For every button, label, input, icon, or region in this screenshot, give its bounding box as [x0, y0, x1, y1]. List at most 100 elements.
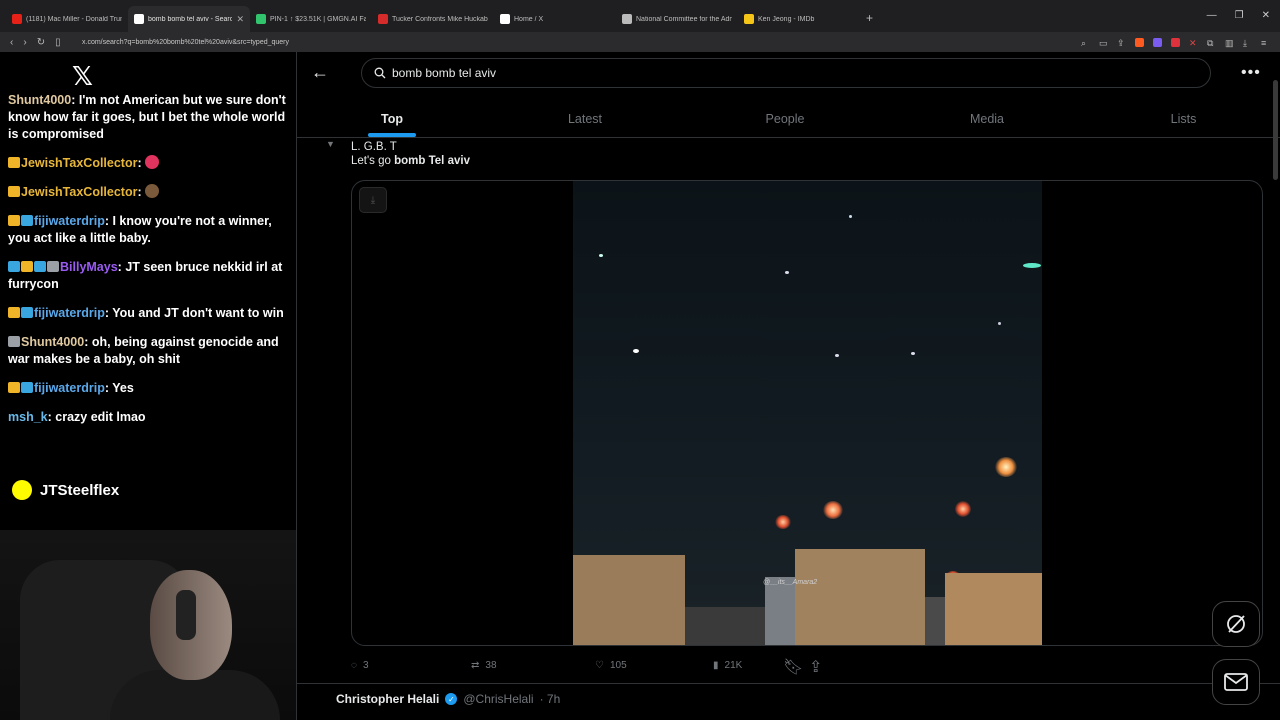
search-top-bar: ← ••• [297, 52, 1280, 96]
like-button[interactable]: ♡ 105 [595, 657, 713, 673]
building [795, 549, 925, 645]
chat-message: JewishTaxCollector: [8, 155, 290, 172]
like-icon: ♡ [595, 659, 604, 671]
bookmark-icon[interactable]: 🔖︎ [783, 657, 803, 677]
tab-favicon-icon [256, 14, 266, 24]
close-window-icon[interactable]: ✕ [1262, 10, 1270, 21]
building [925, 597, 945, 645]
search-input[interactable] [392, 66, 1092, 80]
chat-text: Yes [112, 381, 134, 395]
repost-count: 38 [485, 659, 497, 671]
building [685, 607, 765, 645]
light-streak [1023, 263, 1041, 268]
chat-username[interactable]: fijiwaterdrip [34, 214, 105, 228]
browser-tab[interactable]: Home / X [494, 6, 616, 32]
chat-username[interactable]: fijiwaterdrip [34, 381, 105, 395]
tweet[interactable]: ▼ L. G.B. T Let's go bomb Tel aviv ⤓ @__… [297, 139, 1280, 684]
extension-x-icon[interactable]: ✕ [1189, 38, 1198, 48]
chat-username[interactable]: BillyMays [60, 260, 118, 274]
reply-button[interactable]: ◌ 3 [351, 657, 471, 673]
search-box[interactable] [361, 58, 1211, 88]
snapchat-icon [12, 480, 32, 500]
tweet-text-line1: L. G.B. T [351, 141, 397, 153]
chat-username[interactable]: fijiwaterdrip [34, 306, 105, 320]
menu-icon[interactable]: ≡ [1261, 38, 1270, 48]
cast-icon[interactable]: ▭ [1099, 38, 1108, 48]
share-icon[interactable]: ⇪ [809, 657, 822, 677]
author-name[interactable]: Christopher Helali [336, 692, 439, 706]
chat-username[interactable]: JewishTaxCollector [21, 156, 137, 170]
browser-tab[interactable]: bomb bomb tel aviv - Search ✕ [128, 6, 250, 32]
tab-title: Ken Jeong - IMDb [758, 15, 815, 23]
tab-lists[interactable]: Lists [1087, 100, 1280, 137]
browser-tab[interactable]: Ken Jeong - IMDb [738, 6, 860, 32]
reply-icon: ◌ [351, 659, 357, 671]
extensions-icon[interactable]: ⧉ [1207, 38, 1216, 48]
share-page-icon[interactable]: ⇪ [1117, 38, 1126, 48]
tab-label: Top [381, 111, 403, 126]
reply-count: 3 [362, 659, 369, 671]
video-frame[interactable]: @__its__Amara2 [573, 181, 1042, 645]
tab-media[interactable]: Media [887, 100, 1087, 137]
views-icon: ▮ [713, 659, 719, 671]
download-icon[interactable]: ⤓ [1243, 38, 1252, 48]
bookmark-page-icon[interactable]: ▯ [55, 37, 61, 48]
search-tabs: Top Latest People Media Lists [297, 100, 1280, 138]
chat-separator: : [84, 335, 92, 349]
chat-username[interactable]: Shunt4000 [21, 335, 84, 349]
chat-message: JewishTaxCollector: [8, 184, 290, 201]
browser-tab[interactable]: (1181) Mac Miller - Donald Trump - Y [6, 6, 128, 32]
repost-icon: ⇄ [471, 659, 480, 671]
forward-nav-icon[interactable]: › [23, 37, 26, 48]
next-tweet-header: Christopher Helali ✓ @ChrisHelali · 7h [336, 692, 560, 706]
wallet-icon[interactable] [1153, 37, 1162, 47]
views-count: 21K [724, 659, 743, 671]
light-streak [911, 352, 915, 355]
author-handle[interactable]: @ChrisHelali [463, 692, 533, 706]
tweet-time: · 7h [539, 692, 561, 706]
tab-close-icon[interactable]: ✕ [236, 14, 244, 25]
url-field[interactable]: x.com/search?q=bomb%20bomb%20tel%20aviv&… [82, 39, 1081, 46]
chat-username[interactable]: msh_k [8, 410, 48, 424]
repost-button[interactable]: ⇄ 38 [471, 657, 595, 673]
reload-icon[interactable]: ↻ [37, 37, 45, 48]
more-options-icon[interactable]: ••• [1241, 64, 1261, 82]
chat-message: Shunt4000: I'm not American but we sure … [8, 92, 290, 143]
tab-latest[interactable]: Latest [487, 100, 683, 137]
scrollbar[interactable] [1273, 80, 1278, 180]
back-arrow-icon[interactable]: ← [311, 62, 329, 83]
sidebar-icon[interactable]: ▥ [1225, 38, 1234, 48]
tab-people[interactable]: People [683, 100, 887, 137]
extension-red-icon[interactable] [1171, 37, 1180, 47]
webcam-feed [0, 530, 296, 720]
chat-username[interactable]: JewishTaxCollector [21, 185, 137, 199]
download-media-icon[interactable]: ⤓ [359, 187, 387, 213]
browser-tab[interactable]: National Committee for the Adminis [616, 6, 738, 32]
maximize-icon[interactable]: ❐ [1235, 10, 1244, 21]
zoom-icon[interactable]: ⌕ [1081, 38, 1090, 48]
minimize-icon[interactable]: — [1207, 10, 1217, 21]
chat-badge-icon [8, 157, 20, 168]
chat-username[interactable]: Shunt4000 [8, 93, 71, 107]
tab-title: Tucker Confronts Mike Huckabee on [392, 15, 488, 23]
chat-message: fijiwaterdrip: Yes [8, 380, 290, 397]
back-nav-icon[interactable]: ‹ [10, 37, 13, 48]
chat-badge-icon [21, 261, 33, 272]
light-streak [633, 349, 639, 353]
x-logo-icon[interactable]: 𝕏 [72, 62, 93, 92]
browser-tab[interactable]: Tucker Confronts Mike Huckabee on [372, 6, 494, 32]
new-tab-button[interactable]: + [866, 11, 873, 25]
brave-shield-icon[interactable] [1135, 37, 1144, 47]
grok-button[interactable] [1212, 601, 1260, 647]
tab-title: PIN-1 ↑ $23.51K | GMGN.AI Fast Trad [270, 15, 366, 23]
chat-separator: : [137, 185, 146, 199]
browser-tab[interactable]: PIN-1 ↑ $23.51K | GMGN.AI Fast Trad [250, 6, 372, 32]
tab-top[interactable]: Top [297, 100, 487, 137]
webcam-headset [176, 590, 196, 640]
messages-button[interactable] [1212, 659, 1260, 705]
tab-label: People [765, 111, 805, 126]
chat-badge-icon [8, 336, 20, 347]
tab-title: bomb bomb tel aviv - Search [148, 15, 233, 23]
fireball [823, 501, 843, 519]
tweet-media[interactable]: ⤓ @__its__Amara2 [351, 180, 1263, 646]
